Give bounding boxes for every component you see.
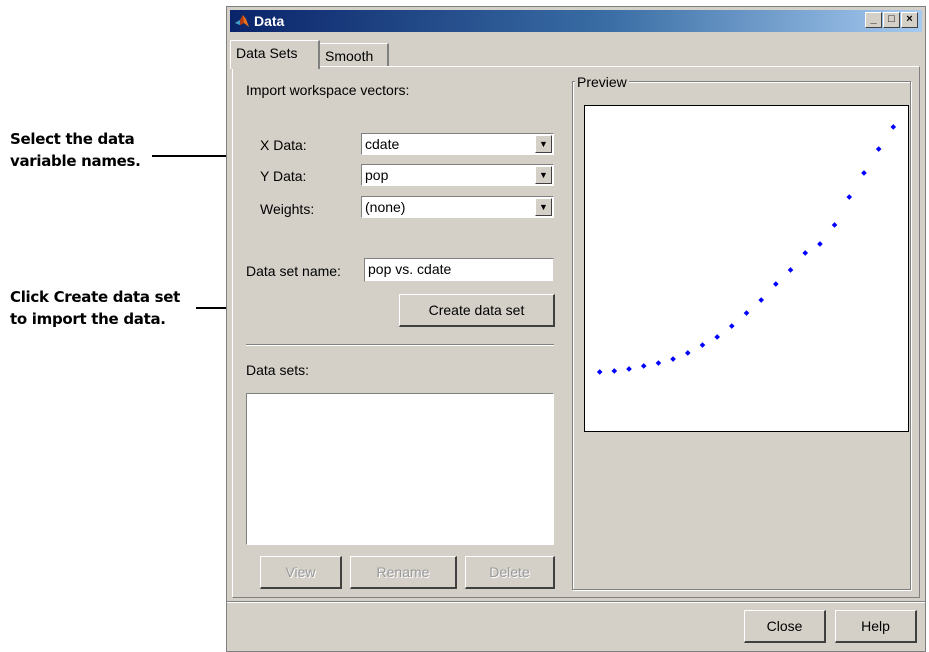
weights-select[interactable]: (none) ▼ — [361, 196, 554, 218]
close-icon: × — [906, 13, 913, 25]
data-point — [787, 267, 794, 273]
minimize-button[interactable]: _ — [865, 12, 882, 28]
view-button[interactable]: View — [260, 556, 342, 589]
annotation-select-line2: variable names. — [10, 152, 141, 170]
data-point — [626, 366, 632, 372]
chevron-down-icon[interactable]: ▼ — [535, 198, 552, 216]
datasets-list[interactable] — [246, 393, 554, 545]
minimize-icon: _ — [870, 13, 877, 25]
chevron-down-icon[interactable]: ▼ — [535, 135, 552, 153]
data-point — [728, 323, 735, 329]
data-point — [714, 334, 720, 340]
data-point — [773, 281, 779, 287]
tab-data-sets-label: Data Sets — [236, 45, 298, 61]
maximize-button[interactable]: □ — [883, 12, 900, 28]
annotation-click-bold: Create data set — [53, 288, 181, 306]
data-point — [670, 356, 676, 362]
tab-smooth-label: Smooth — [325, 48, 374, 64]
data-point — [596, 369, 603, 375]
x-data-label: X Data: — [260, 137, 307, 153]
data-sets-panel: Import workspace vectors: X Data: cdate … — [232, 66, 920, 598]
x-data-value: cdate — [365, 136, 400, 152]
data-point — [861, 170, 867, 176]
data-point — [831, 222, 838, 228]
y-data-select[interactable]: pop ▼ — [361, 164, 554, 186]
window-title: Data — [254, 13, 285, 29]
close-window-button[interactable]: × — [901, 12, 918, 28]
annotation-click-prefix: Click — [10, 288, 54, 306]
data-point — [758, 297, 765, 303]
data-point — [875, 146, 882, 152]
help-button[interactable]: Help — [835, 610, 917, 643]
footer-divider — [227, 601, 925, 603]
rename-button[interactable]: Rename — [350, 556, 457, 589]
data-point — [846, 194, 853, 200]
annotation-select-line1: Select the data — [10, 130, 135, 148]
dataset-name-input[interactable]: pop vs. cdate — [364, 258, 554, 282]
matlab-logo-icon — [235, 15, 249, 27]
y-data-label: Y Data: — [260, 168, 307, 184]
divider — [246, 344, 554, 346]
preview-plot — [584, 105, 909, 432]
close-button[interactable]: Close — [744, 610, 826, 643]
data-point — [611, 368, 618, 374]
data-point — [802, 250, 809, 256]
data-point — [890, 124, 897, 130]
annotation-click-line2: to import the data. — [10, 310, 166, 328]
data-point — [640, 363, 647, 369]
chevron-down-icon[interactable]: ▼ — [535, 166, 552, 184]
data-point — [684, 350, 691, 356]
x-data-select[interactable]: cdate ▼ — [361, 133, 554, 155]
weights-label: Weights: — [260, 201, 315, 217]
tab-smooth[interactable]: Smooth — [319, 43, 389, 67]
data-dialog: Data _ □ × Data Sets Smooth Import works… — [226, 6, 926, 652]
y-data-value: pop — [365, 167, 389, 183]
annotation-create-dataset: Click Create data set to import the data… — [10, 286, 180, 330]
datasets-label: Data sets: — [246, 362, 310, 378]
data-point — [699, 342, 706, 348]
title-bar[interactable]: Data _ □ × — [230, 10, 922, 32]
preview-title: Preview — [575, 74, 629, 90]
create-data-set-button[interactable]: Create data set — [399, 294, 555, 327]
dataset-name-label: Data set name: — [246, 263, 341, 279]
annotation-select-variables: Select the data variable names. — [10, 128, 141, 172]
annotation-click-line1: Click Create data set — [10, 286, 180, 308]
tab-data-sets[interactable]: Data Sets — [230, 40, 320, 69]
data-point — [743, 310, 750, 316]
data-point — [655, 360, 662, 366]
maximize-icon: □ — [888, 13, 895, 25]
delete-button[interactable]: Delete — [465, 556, 555, 589]
import-heading: Import workspace vectors: — [246, 82, 410, 98]
data-point — [817, 241, 823, 247]
weights-value: (none) — [365, 199, 406, 215]
